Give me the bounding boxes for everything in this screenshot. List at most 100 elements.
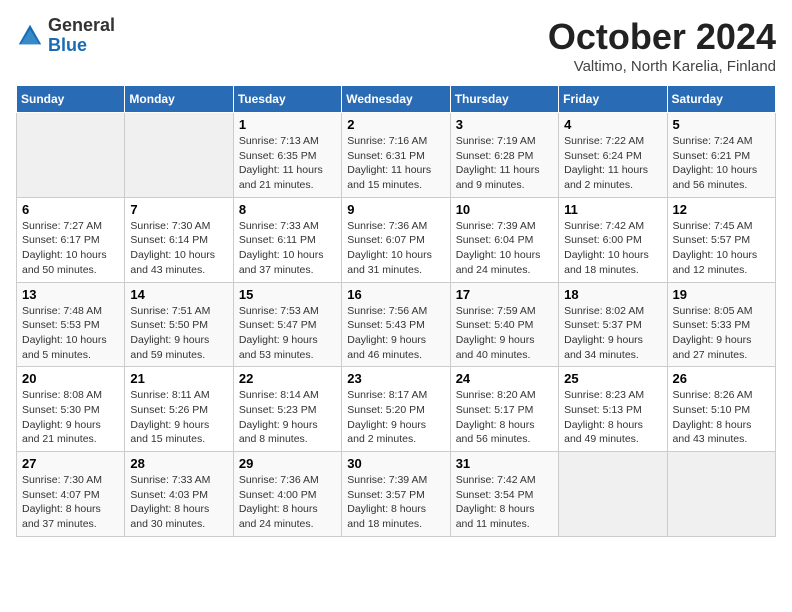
day-cell: 21 Sunrise: 8:11 AM Sunset: 5:26 PM Dayli… (125, 367, 233, 452)
day-number: 6 (22, 202, 119, 217)
week-row-2: 13 Sunrise: 7:48 AM Sunset: 5:53 PM Dayli… (17, 282, 776, 367)
day-cell (125, 113, 233, 198)
day-info: Sunrise: 7:19 AM Sunset: 6:28 PM Dayligh… (456, 134, 553, 193)
day-number: 12 (673, 202, 770, 217)
day-number: 21 (130, 371, 227, 386)
day-number: 8 (239, 202, 336, 217)
day-info: Sunrise: 8:26 AM Sunset: 5:10 PM Dayligh… (673, 388, 770, 447)
day-number: 29 (239, 456, 336, 471)
day-cell: 10 Sunrise: 7:39 AM Sunset: 6:04 PM Dayli… (450, 197, 558, 282)
day-info: Sunrise: 8:14 AM Sunset: 5:23 PM Dayligh… (239, 388, 336, 447)
day-cell: 3 Sunrise: 7:19 AM Sunset: 6:28 PM Daylig… (450, 113, 558, 198)
header-friday: Friday (559, 86, 667, 113)
day-cell: 24 Sunrise: 8:20 AM Sunset: 5:17 PM Dayli… (450, 367, 558, 452)
calendar-table: SundayMondayTuesdayWednesdayThursdayFrid… (16, 85, 776, 537)
day-cell: 23 Sunrise: 8:17 AM Sunset: 5:20 PM Dayli… (342, 367, 450, 452)
day-cell: 8 Sunrise: 7:33 AM Sunset: 6:11 PM Daylig… (233, 197, 341, 282)
month-title: October 2024 (548, 16, 776, 58)
day-number: 16 (347, 287, 444, 302)
week-row-1: 6Sunrise: 7:27 AM Sunset: 6:17 PM Daylig… (17, 197, 776, 282)
day-cell (17, 113, 125, 198)
header-tuesday: Tuesday (233, 86, 341, 113)
day-cell: 4 Sunrise: 7:22 AM Sunset: 6:24 PM Daylig… (559, 113, 667, 198)
day-cell: 1 Sunrise: 7:13 AM Sunset: 6:35 PM Daylig… (233, 113, 341, 198)
day-cell: 31Sunrise: 7:42 AM Sunset: 3:54 PM Dayli… (450, 452, 558, 537)
day-info: Sunrise: 7:53 AM Sunset: 5:47 PM Dayligh… (239, 304, 336, 363)
day-number: 27 (22, 456, 119, 471)
day-info: Sunrise: 7:13 AM Sunset: 6:35 PM Dayligh… (239, 134, 336, 193)
day-number: 15 (239, 287, 336, 302)
day-number: 20 (22, 371, 119, 386)
day-number: 10 (456, 202, 553, 217)
day-number: 18 (564, 287, 661, 302)
day-cell: 27 Sunrise: 7:30 AM Sunset: 4:07 PM Dayli… (17, 452, 125, 537)
day-number: 26 (673, 371, 770, 386)
day-cell: 7 Sunrise: 7:30 AM Sunset: 6:14 PM Daylig… (125, 197, 233, 282)
day-cell: 28 Sunrise: 7:33 AM Sunset: 4:03 PM Dayli… (125, 452, 233, 537)
day-info: Sunrise: 7:51 AM Sunset: 5:50 PM Dayligh… (130, 304, 227, 363)
day-info: Sunrise: 7:45 AM Sunset: 5:57 PM Dayligh… (673, 219, 770, 278)
day-number: 19 (673, 287, 770, 302)
day-number: 30 (347, 456, 444, 471)
day-number: 11 (564, 202, 661, 217)
day-info: Sunrise: 7:33 AM Sunset: 4:03 PM Dayligh… (130, 473, 227, 532)
day-cell: 16 Sunrise: 7:56 AM Sunset: 5:43 PM Dayli… (342, 282, 450, 367)
day-cell (667, 452, 775, 537)
header-thursday: Thursday (450, 86, 558, 113)
day-number: 5 (673, 117, 770, 132)
calendar-header-row: SundayMondayTuesdayWednesdayThursdayFrid… (17, 86, 776, 113)
day-number: 14 (130, 287, 227, 302)
day-info: Sunrise: 8:20 AM Sunset: 5:17 PM Dayligh… (456, 388, 553, 447)
week-row-0: 1 Sunrise: 7:13 AM Sunset: 6:35 PM Daylig… (17, 113, 776, 198)
day-cell: 2Sunrise: 7:16 AM Sunset: 6:31 PM Daylig… (342, 113, 450, 198)
day-info: Sunrise: 8:17 AM Sunset: 5:20 PM Dayligh… (347, 388, 444, 447)
day-cell: 9 Sunrise: 7:36 AM Sunset: 6:07 PM Daylig… (342, 197, 450, 282)
day-number: 1 (239, 117, 336, 132)
day-number: 7 (130, 202, 227, 217)
day-info: Sunrise: 7:30 AM Sunset: 4:07 PM Dayligh… (22, 473, 119, 532)
week-row-3: 20Sunrise: 8:08 AM Sunset: 5:30 PM Dayli… (17, 367, 776, 452)
day-info: Sunrise: 7:39 AM Sunset: 6:04 PM Dayligh… (456, 219, 553, 278)
location-title: Valtimo, North Karelia, Finland (548, 58, 776, 75)
day-info: Sunrise: 7:30 AM Sunset: 6:14 PM Dayligh… (130, 219, 227, 278)
day-number: 23 (347, 371, 444, 386)
day-info: Sunrise: 7:59 AM Sunset: 5:40 PM Dayligh… (456, 304, 553, 363)
day-cell: 30Sunrise: 7:39 AM Sunset: 3:57 PM Dayli… (342, 452, 450, 537)
logo-text: General Blue (48, 16, 115, 56)
day-number: 28 (130, 456, 227, 471)
day-number: 2 (347, 117, 444, 132)
day-number: 9 (347, 202, 444, 217)
day-number: 13 (22, 287, 119, 302)
day-number: 17 (456, 287, 553, 302)
day-info: Sunrise: 7:48 AM Sunset: 5:53 PM Dayligh… (22, 304, 119, 363)
day-info: Sunrise: 8:02 AM Sunset: 5:37 PM Dayligh… (564, 304, 661, 363)
day-number: 4 (564, 117, 661, 132)
day-cell: 13 Sunrise: 7:48 AM Sunset: 5:53 PM Dayli… (17, 282, 125, 367)
day-number: 22 (239, 371, 336, 386)
logo: General Blue (16, 16, 115, 56)
day-info: Sunrise: 7:56 AM Sunset: 5:43 PM Dayligh… (347, 304, 444, 363)
day-number: 25 (564, 371, 661, 386)
day-number: 3 (456, 117, 553, 132)
day-number: 24 (456, 371, 553, 386)
header-monday: Monday (125, 86, 233, 113)
day-info: Sunrise: 7:42 AM Sunset: 6:00 PM Dayligh… (564, 219, 661, 278)
logo-icon (16, 22, 44, 50)
title-area: October 2024 Valtimo, North Karelia, Fin… (548, 16, 776, 75)
day-info: Sunrise: 7:42 AM Sunset: 3:54 PM Dayligh… (456, 473, 553, 532)
day-cell: 6Sunrise: 7:27 AM Sunset: 6:17 PM Daylig… (17, 197, 125, 282)
day-info: Sunrise: 7:24 AM Sunset: 6:21 PM Dayligh… (673, 134, 770, 193)
day-cell: 12 Sunrise: 7:45 AM Sunset: 5:57 PM Dayli… (667, 197, 775, 282)
day-cell: 19Sunrise: 8:05 AM Sunset: 5:33 PM Dayli… (667, 282, 775, 367)
day-info: Sunrise: 7:22 AM Sunset: 6:24 PM Dayligh… (564, 134, 661, 193)
day-info: Sunrise: 8:23 AM Sunset: 5:13 PM Dayligh… (564, 388, 661, 447)
day-cell: 17 Sunrise: 7:59 AM Sunset: 5:40 PM Dayli… (450, 282, 558, 367)
day-info: Sunrise: 7:36 AM Sunset: 4:00 PM Dayligh… (239, 473, 336, 532)
day-info: Sunrise: 7:33 AM Sunset: 6:11 PM Dayligh… (239, 219, 336, 278)
day-info: Sunrise: 7:36 AM Sunset: 6:07 PM Dayligh… (347, 219, 444, 278)
day-cell: 15 Sunrise: 7:53 AM Sunset: 5:47 PM Dayli… (233, 282, 341, 367)
day-cell: 14 Sunrise: 7:51 AM Sunset: 5:50 PM Dayli… (125, 282, 233, 367)
day-cell: 29 Sunrise: 7:36 AM Sunset: 4:00 PM Dayli… (233, 452, 341, 537)
day-info: Sunrise: 8:11 AM Sunset: 5:26 PM Dayligh… (130, 388, 227, 447)
logo-general: General (48, 16, 115, 36)
